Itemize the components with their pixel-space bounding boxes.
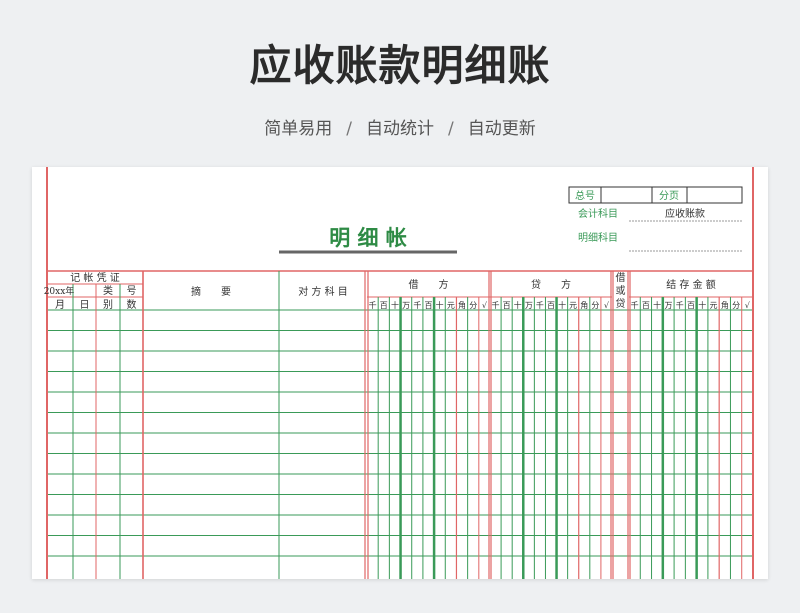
total-number-label: 总号	[575, 189, 595, 202]
balance-digit-label: 十	[698, 300, 706, 310]
debit-digit-label: 角	[458, 300, 466, 310]
debit-digit-label: 十	[391, 300, 399, 310]
credit-digit-label: 十	[514, 300, 522, 310]
debit-header: 借 方	[409, 278, 449, 291]
balance-digit-label: 万	[664, 301, 672, 310]
page-title: 应收账款明细账	[249, 41, 551, 90]
debit-digit-label: 十	[436, 300, 444, 310]
debit-digit-label: 千	[413, 300, 421, 310]
credit-digit-label: √	[604, 301, 610, 310]
day-label: 日	[80, 300, 90, 311]
debit-digit-label: √	[482, 301, 488, 310]
balance-digit-label: 十	[653, 300, 661, 310]
dc-header: 借	[616, 272, 626, 284]
ledger-title: 明 细 帐	[329, 226, 407, 250]
debit-digit-label: 万	[402, 301, 410, 310]
number-label: 号	[127, 285, 137, 297]
month-label: 月	[55, 299, 65, 311]
credit-digit-label: 角	[580, 300, 588, 310]
credit-digit-label: 千	[492, 300, 500, 310]
subaccount-label: 明细科目	[578, 231, 618, 244]
balance-digit-label: √	[745, 301, 751, 310]
credit-digit-label: 元	[569, 301, 577, 310]
credit-digit-label: 千	[536, 300, 544, 310]
feature-auto-update: 自动更新	[467, 119, 536, 139]
balance-digit-label: 百	[687, 301, 695, 310]
ledger-sheet: 总号 分页会计科目 应收账款明细科目 明 细 帐记 帐 凭 证 20xx年 类 号月 日 别 数 摘…	[32, 167, 768, 579]
separator: /	[448, 119, 454, 139]
debit-digit-label: 百	[425, 301, 433, 310]
debit-digit-label: 百	[380, 301, 388, 310]
credit-digit-label: 分	[591, 301, 599, 310]
debit-digit-label: 分	[469, 301, 477, 310]
page-number-label: 分页	[659, 190, 679, 202]
feature-easy: 简单易用	[264, 119, 333, 139]
category-label: 别	[103, 299, 113, 311]
separator: /	[346, 119, 352, 139]
ledger-form: 总号 分页会计科目 应收账款明细科目 明 细 帐记 帐 凭 证20xx年 类 号月 日 别 数 摘…	[44, 167, 754, 579]
debit-digit-label: 千	[369, 300, 377, 310]
credit-header: 贷 方	[531, 278, 571, 291]
counter-account-header: 对 方 科 目	[298, 285, 348, 298]
dc-header: 贷	[616, 297, 626, 310]
credit-digit-label: 百	[503, 301, 511, 310]
account-label: 会计科目	[578, 207, 618, 220]
balance-digit-label: 角	[721, 300, 729, 310]
balance-digit-label: 千	[676, 300, 684, 310]
voucher-header: 记 帐 凭 证	[70, 271, 120, 284]
summary-header: 摘 要	[191, 285, 231, 298]
account-value: 应收账款	[665, 207, 705, 220]
feature-auto-stats: 自动统计	[366, 119, 434, 139]
balance-digit-label: 百	[642, 301, 650, 310]
type-label: 类	[103, 284, 113, 297]
dc-header: 或	[616, 285, 626, 297]
credit-digit-label: 万	[525, 301, 533, 310]
count-label: 数	[127, 298, 137, 311]
credit-digit-label: 十	[558, 300, 566, 310]
balance-header: 结 存 金 额	[666, 278, 716, 291]
debit-digit-label: 元	[447, 301, 455, 310]
balance-digit-label: 元	[710, 301, 718, 310]
year-label: 20xx年	[44, 285, 75, 297]
credit-digit-label: 百	[547, 301, 555, 310]
balance-digit-label: 千	[631, 300, 639, 310]
feature-tagline: 简单易用 / 自动统计 / 自动更新	[0, 114, 800, 139]
balance-digit-label: 分	[732, 301, 740, 310]
